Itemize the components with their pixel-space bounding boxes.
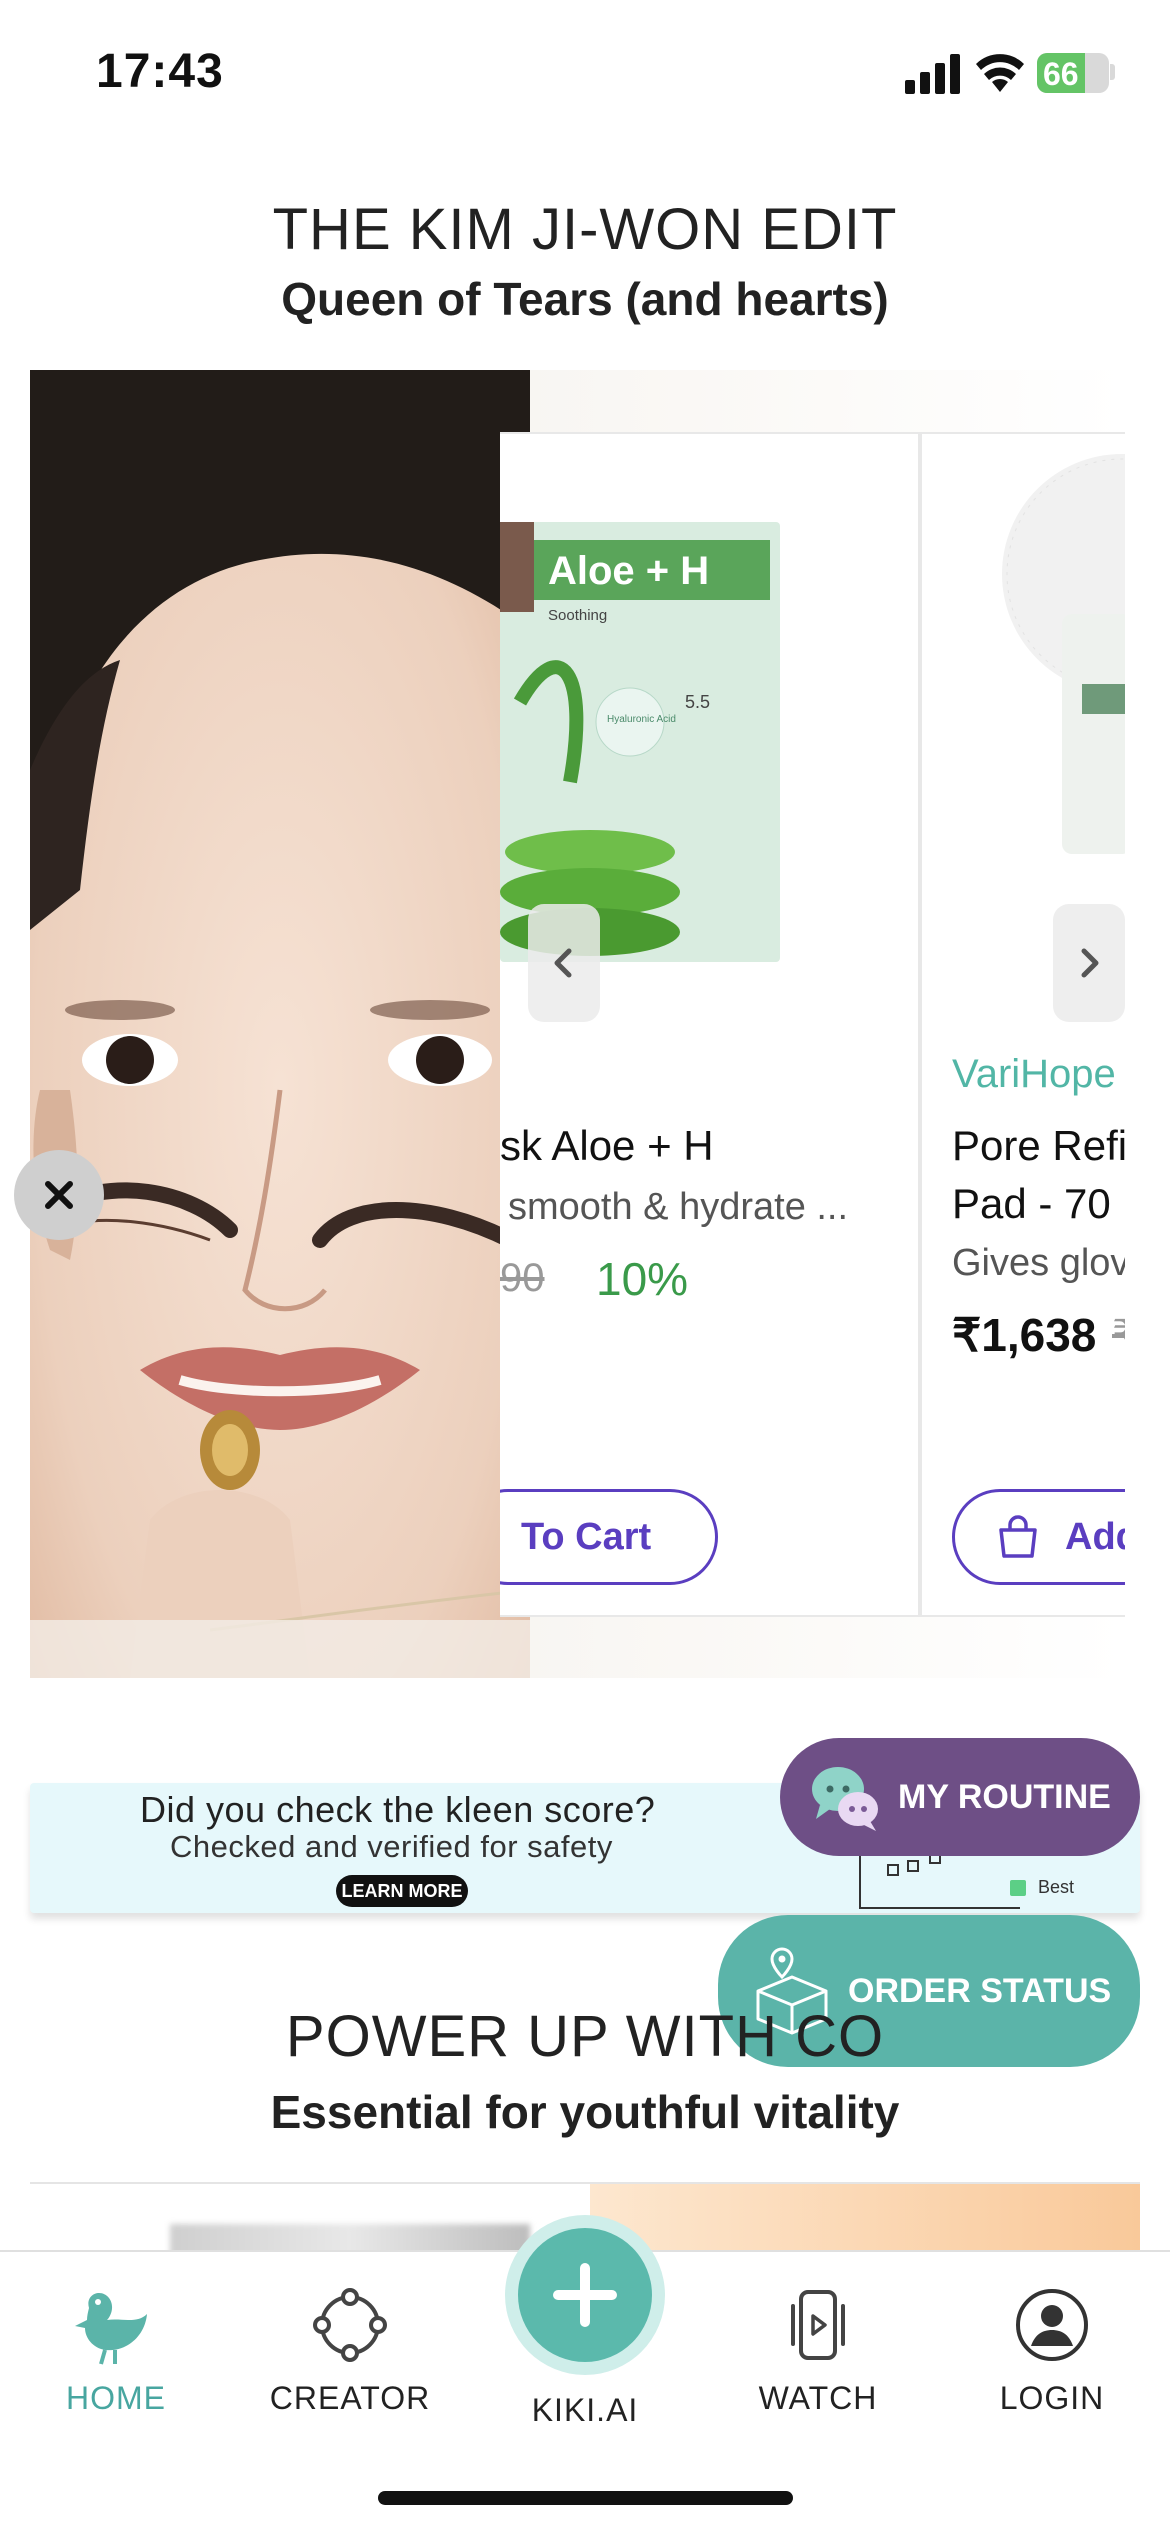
nav-watch[interactable]: WATCH bbox=[718, 2280, 918, 2417]
creator-icon bbox=[313, 2288, 387, 2362]
nav-home[interactable]: HOME bbox=[16, 2280, 216, 2417]
product-brand: VariHope bbox=[952, 1052, 1116, 1096]
battery-nub bbox=[1110, 64, 1115, 80]
nav-watch-label: WATCH bbox=[758, 2380, 878, 2416]
nav-home-label: HOME bbox=[66, 2380, 166, 2416]
svg-text:Soothing: Soothing bbox=[548, 607, 607, 624]
nav-kiki-ai[interactable]: KIKI.AI bbox=[485, 2392, 685, 2429]
carousel-prev-button[interactable] bbox=[528, 904, 600, 1022]
product-name[interactable]: sk Aloe + H bbox=[500, 1117, 714, 1175]
product-name-line2[interactable]: Pad - 70 P bbox=[952, 1175, 1125, 1233]
svg-text:5.5: 5.5 bbox=[685, 692, 710, 712]
close-button[interactable] bbox=[14, 1150, 104, 1240]
product-description: smooth & hydrate ... bbox=[508, 1186, 849, 1228]
product-description: Gives glov bbox=[952, 1242, 1125, 1284]
product-price: ₹1,638 bbox=[952, 1309, 1097, 1361]
product-image-blur bbox=[170, 2224, 530, 2252]
nav-creator[interactable]: CREATOR bbox=[250, 2280, 450, 2417]
kleen-subtitle: Checked and verified for safety bbox=[170, 1829, 613, 1864]
watch-icon bbox=[791, 2290, 845, 2360]
kleen-legend: Best bbox=[1010, 1877, 1074, 1898]
cellular-signal-icon bbox=[905, 54, 961, 94]
chevron-right-icon bbox=[1081, 948, 1099, 978]
my-routine-button[interactable]: MY ROUTINE bbox=[780, 1738, 1140, 1856]
add-to-cart-button[interactable]: To Cart bbox=[500, 1489, 718, 1585]
chat-bubbles-icon bbox=[812, 1767, 878, 1831]
legend-swatch bbox=[1010, 1879, 1026, 1896]
wifi-icon bbox=[976, 54, 1024, 92]
collagen-card-right[interactable] bbox=[590, 2184, 1140, 2252]
nav-creator-label: CREATOR bbox=[269, 2380, 431, 2416]
product-discount: 10% bbox=[596, 1253, 689, 1305]
svg-text:Hyaluronic Acid: Hyaluronic Acid bbox=[607, 714, 676, 725]
shopping-bag-icon bbox=[999, 1515, 1037, 1558]
add-to-cart-label: Add bbox=[1065, 1515, 1125, 1558]
kleen-title: Did you check the kleen score? bbox=[140, 1789, 656, 1830]
hero-portrait-image bbox=[30, 370, 530, 1678]
collagen-card-left[interactable] bbox=[30, 2184, 590, 2252]
home-indicator bbox=[378, 2491, 793, 2505]
close-icon bbox=[45, 1181, 73, 1209]
my-routine-label: MY ROUTINE bbox=[898, 1777, 1111, 1816]
product-name-line1[interactable]: Pore Refi bbox=[952, 1117, 1125, 1175]
collagen-section-title: POWER UP WITH CO bbox=[285, 2004, 885, 2069]
bird-icon bbox=[75, 2293, 147, 2365]
chevron-left-icon bbox=[554, 948, 572, 978]
edit-section-title: THE KIM JI-WON EDIT bbox=[272, 197, 898, 262]
product-card[interactable]: VariHope Pore Refi Pad - 70 P Gives glov… bbox=[920, 432, 1125, 1617]
nav-kiki-ai-label: KIKI.AI bbox=[531, 2392, 639, 2428]
add-to-cart-label: To Cart bbox=[521, 1515, 652, 1558]
product-mrp: 90 bbox=[500, 1256, 545, 1300]
collagen-section-subtitle: Essential for youthful vitality bbox=[270, 2086, 900, 2138]
status-time: 17:43 bbox=[96, 45, 224, 98]
learn-more-button[interactable]: LEARN MORE bbox=[336, 1875, 468, 1907]
svg-text:Aloe + H: Aloe + H bbox=[548, 549, 709, 593]
pore-pad-product-image bbox=[1002, 454, 1125, 854]
product-mrp: ₹ bbox=[1112, 1312, 1125, 1358]
edit-section-subtitle: Queen of Tears (and hearts) bbox=[281, 273, 889, 325]
plus-icon bbox=[553, 2263, 617, 2327]
nav-login-label: LOGIN bbox=[999, 2380, 1105, 2416]
product-card[interactable]: Aloe + H Soothing Hyaluronic Acid 5.5 sk… bbox=[500, 432, 920, 1617]
carousel-next-button[interactable] bbox=[1053, 904, 1125, 1022]
add-to-cart-button[interactable]: Add bbox=[952, 1489, 1125, 1585]
aloe-mask-product-image: Aloe + H Soothing Hyaluronic Acid 5.5 bbox=[500, 522, 780, 962]
kiki-ai-button[interactable] bbox=[518, 2228, 652, 2362]
legend-label: Best bbox=[1038, 1877, 1075, 1897]
user-icon bbox=[1016, 2289, 1088, 2361]
nav-login[interactable]: LOGIN bbox=[952, 2280, 1152, 2417]
battery-percent: 66 bbox=[1043, 56, 1079, 92]
battery-icon: 66 bbox=[1037, 53, 1109, 93]
status-bar: 17:43 66 bbox=[0, 0, 1170, 140]
